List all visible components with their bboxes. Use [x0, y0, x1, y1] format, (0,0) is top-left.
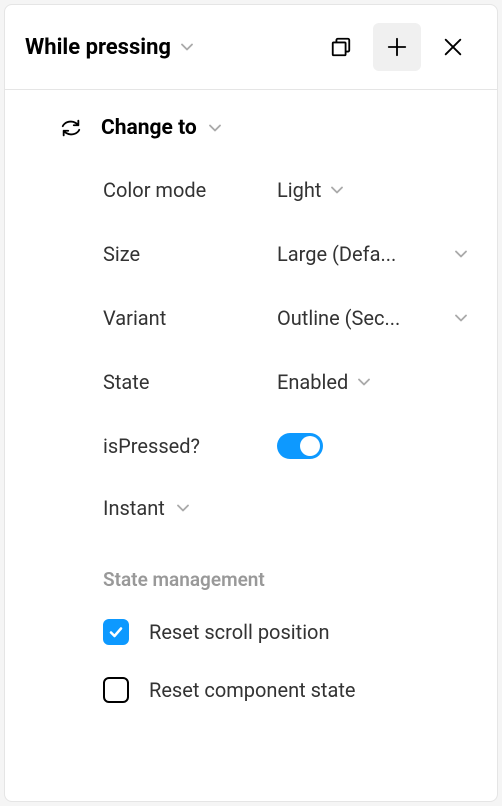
- prop-state: State Enabled: [25, 368, 477, 396]
- state-dropdown[interactable]: Enabled: [277, 370, 477, 394]
- chevron-down-icon: [181, 41, 193, 53]
- prop-is-pressed: isPressed?: [25, 432, 477, 460]
- plus-icon: [386, 36, 408, 58]
- reset-scroll-row[interactable]: Reset scroll position: [25, 619, 477, 645]
- action-header: Change to: [25, 116, 477, 140]
- prop-color-mode: Color mode Light: [25, 176, 477, 204]
- size-dropdown[interactable]: Large (Defa...: [277, 242, 477, 266]
- animation-dropdown[interactable]: Instant: [25, 496, 477, 520]
- trigger-title: While pressing: [25, 35, 171, 60]
- prop-label: Variant: [103, 306, 277, 330]
- checkbox-label: Reset scroll position: [149, 620, 330, 644]
- prop-label: Size: [103, 242, 277, 266]
- duplicate-button[interactable]: [317, 23, 365, 71]
- prop-value: Large (Defa...: [277, 242, 396, 266]
- chevron-down-icon: [455, 248, 467, 260]
- prop-label: isPressed?: [103, 434, 277, 458]
- chevron-down-icon: [455, 312, 467, 324]
- panel-content: Change to Color mode Light Size Large (D…: [5, 90, 497, 761]
- chevron-down-icon: [331, 184, 343, 196]
- prop-value: Light: [277, 178, 321, 202]
- action-title: Change to: [101, 116, 197, 140]
- close-button[interactable]: [429, 23, 477, 71]
- prop-label: State: [103, 370, 277, 394]
- prop-value: Enabled: [277, 370, 348, 394]
- reset-component-checkbox[interactable]: [103, 677, 129, 703]
- checkbox-label: Reset component state: [149, 678, 356, 702]
- variant-dropdown[interactable]: Outline (Sec...: [277, 306, 477, 330]
- toggle-knob: [300, 436, 320, 456]
- is-pressed-toggle[interactable]: [277, 433, 323, 459]
- prop-value: Outline (Sec...: [277, 306, 400, 330]
- chevron-down-icon: [177, 502, 189, 514]
- reset-scroll-checkbox[interactable]: [103, 619, 129, 645]
- panel-header: While pressing: [5, 5, 497, 90]
- close-icon: [442, 36, 464, 58]
- chevron-down-icon: [209, 122, 221, 134]
- header-actions: [317, 23, 477, 71]
- check-icon: [108, 624, 124, 640]
- change-to-icon: [59, 116, 83, 140]
- trigger-dropdown[interactable]: While pressing: [25, 35, 317, 60]
- interaction-panel: While pressing: [4, 4, 498, 802]
- prop-label: Color mode: [103, 178, 277, 202]
- reset-component-row[interactable]: Reset component state: [25, 677, 477, 703]
- prop-variant: Variant Outline (Sec...: [25, 304, 477, 332]
- state-management-section-label: State management: [25, 568, 477, 591]
- animation-label: Instant: [103, 496, 165, 520]
- chevron-down-icon: [358, 376, 370, 388]
- duplicate-icon: [330, 36, 352, 58]
- action-dropdown[interactable]: Change to: [25, 116, 221, 140]
- add-button[interactable]: [373, 23, 421, 71]
- color-mode-dropdown[interactable]: Light: [277, 178, 477, 202]
- prop-size: Size Large (Defa...: [25, 240, 477, 268]
